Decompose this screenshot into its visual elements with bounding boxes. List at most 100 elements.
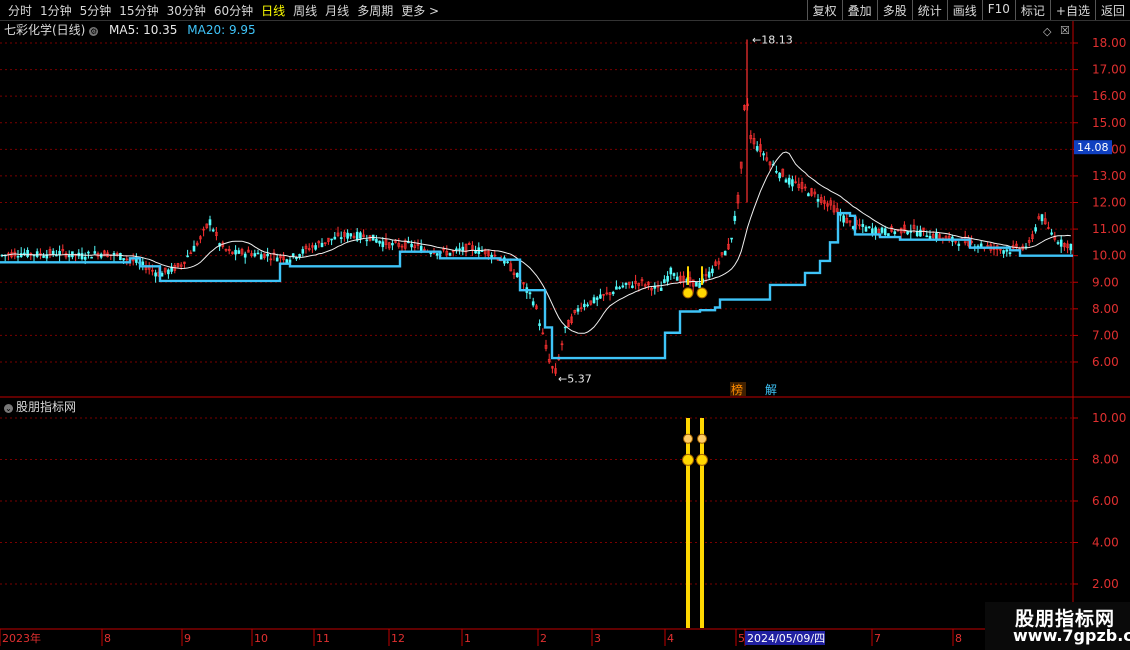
candle-body [138, 261, 141, 264]
toolbar-button-5[interactable]: F10 [981, 0, 1015, 20]
candle-body [986, 245, 989, 248]
candle-body [429, 252, 433, 255]
candle-body [947, 235, 951, 239]
candle-body [272, 252, 276, 255]
chevron-down-icon[interactable]: ⌄ [4, 404, 13, 413]
candle-body [1053, 235, 1057, 240]
candle-body [541, 332, 545, 335]
candle-body [234, 249, 237, 255]
candle-body [400, 245, 404, 248]
candle-body [672, 273, 676, 276]
candle-body [976, 245, 980, 248]
candle-body [736, 194, 740, 204]
candle-body [135, 258, 138, 263]
candle-body [1008, 252, 1012, 255]
candle-body [586, 304, 589, 307]
toolbar-button-2[interactable]: 多股 [876, 0, 912, 20]
candle-body [576, 308, 580, 312]
candle-body [704, 274, 708, 277]
candle-body [765, 157, 769, 161]
candle-body [487, 250, 490, 257]
candle-body [925, 235, 929, 238]
candle-body [455, 248, 458, 251]
candle-body [202, 228, 205, 231]
candle-body [83, 256, 87, 260]
toolbar-button-7[interactable]: +自选 [1049, 0, 1095, 20]
candle-body [711, 268, 714, 274]
period-toolbar: 分时 1分钟 5分钟 15分钟 30分钟 60分钟 日线 周线 月线 多周期 更多 > 复权 叠加 多股… [0, 0, 1130, 21]
y-tick-label: 11.00 [1092, 222, 1126, 236]
period-tab-1[interactable]: 1分钟 [36, 2, 76, 19]
candle-body [115, 252, 119, 255]
toolbar-button-3[interactable]: 统计 [911, 0, 947, 20]
candle-body [298, 254, 301, 258]
period-tab-4[interactable]: 30分钟 [163, 2, 210, 19]
candle-body [58, 250, 61, 256]
candle-body [659, 287, 663, 291]
diamond-icon[interactable]: ◇ [1043, 25, 1051, 38]
period-tab-0[interactable]: 分时 [4, 2, 36, 19]
toolbar-button-1[interactable]: 叠加 [841, 0, 877, 20]
candle-body [896, 229, 900, 231]
candle-body [557, 356, 561, 361]
candle-body [832, 205, 836, 213]
candle-body [899, 227, 903, 234]
period-tab-2[interactable]: 5分钟 [76, 2, 116, 19]
candle-body [589, 300, 593, 305]
candle-body [503, 257, 506, 264]
settings-gear-icon[interactable]: ⚙ [89, 27, 99, 36]
sub-y-tick-label: 8.00 [1092, 453, 1119, 467]
period-tab-7[interactable]: 周线 [289, 2, 321, 19]
candle-body [173, 265, 177, 271]
candle-body [314, 245, 317, 250]
candle-body [359, 232, 362, 239]
candle-body [109, 254, 113, 256]
candle-body [909, 230, 913, 233]
candle-body [999, 248, 1002, 251]
candle-body [509, 263, 513, 272]
candle-body [464, 243, 468, 253]
candle-body [413, 245, 417, 248]
candle-body [106, 252, 109, 258]
candle-body [733, 215, 737, 221]
kline-chart[interactable]: 6.007.008.009.0010.0011.0012.0013.0014.0… [0, 0, 1130, 650]
close-panel-icon[interactable]: ☒ [1060, 24, 1070, 37]
candle-body [237, 250, 241, 254]
toolbar-button-8[interactable]: 返回 [1094, 0, 1130, 20]
candle-body [439, 251, 442, 254]
candle-body [615, 286, 618, 290]
candle-body [499, 259, 503, 262]
period-tab-6[interactable]: 日线 [257, 2, 289, 19]
candle-body [845, 217, 849, 224]
candle-body [1021, 245, 1025, 250]
candle-body [835, 208, 839, 212]
candle-body [739, 161, 743, 169]
candle-body [618, 287, 621, 289]
candle-body [1031, 234, 1034, 239]
y-tick-label: 13.00 [1092, 169, 1126, 183]
period-tab-9[interactable]: 多周期 [353, 2, 397, 19]
candle-body [0, 254, 4, 257]
candle-body [963, 236, 967, 244]
toolbar-button-4[interactable]: 画线 [946, 0, 982, 20]
candle-body [327, 237, 330, 242]
period-tab-10[interactable]: 更多 > [397, 2, 443, 19]
period-tab-8[interactable]: 月线 [321, 2, 353, 19]
candle-body [243, 253, 247, 258]
toolbar-button-6[interactable]: 标记 [1014, 0, 1050, 20]
candle-body [960, 237, 964, 240]
stock-name[interactable]: 七彩化学(日线) [4, 23, 85, 37]
period-tab-5[interactable]: 60分钟 [210, 2, 257, 19]
candle-body [93, 251, 97, 254]
candle-body [407, 241, 410, 244]
candle-body [890, 226, 893, 232]
candle-body [330, 238, 333, 241]
candle-body [349, 233, 353, 237]
candle-body [147, 266, 151, 270]
ma20-label: MA20: 9.95 [187, 23, 256, 37]
period-tab-3[interactable]: 15分钟 [115, 2, 162, 19]
candle-body [445, 251, 449, 256]
candle-body [208, 219, 212, 226]
candle-body [163, 267, 167, 273]
toolbar-button-0[interactable]: 复权 [806, 0, 842, 20]
